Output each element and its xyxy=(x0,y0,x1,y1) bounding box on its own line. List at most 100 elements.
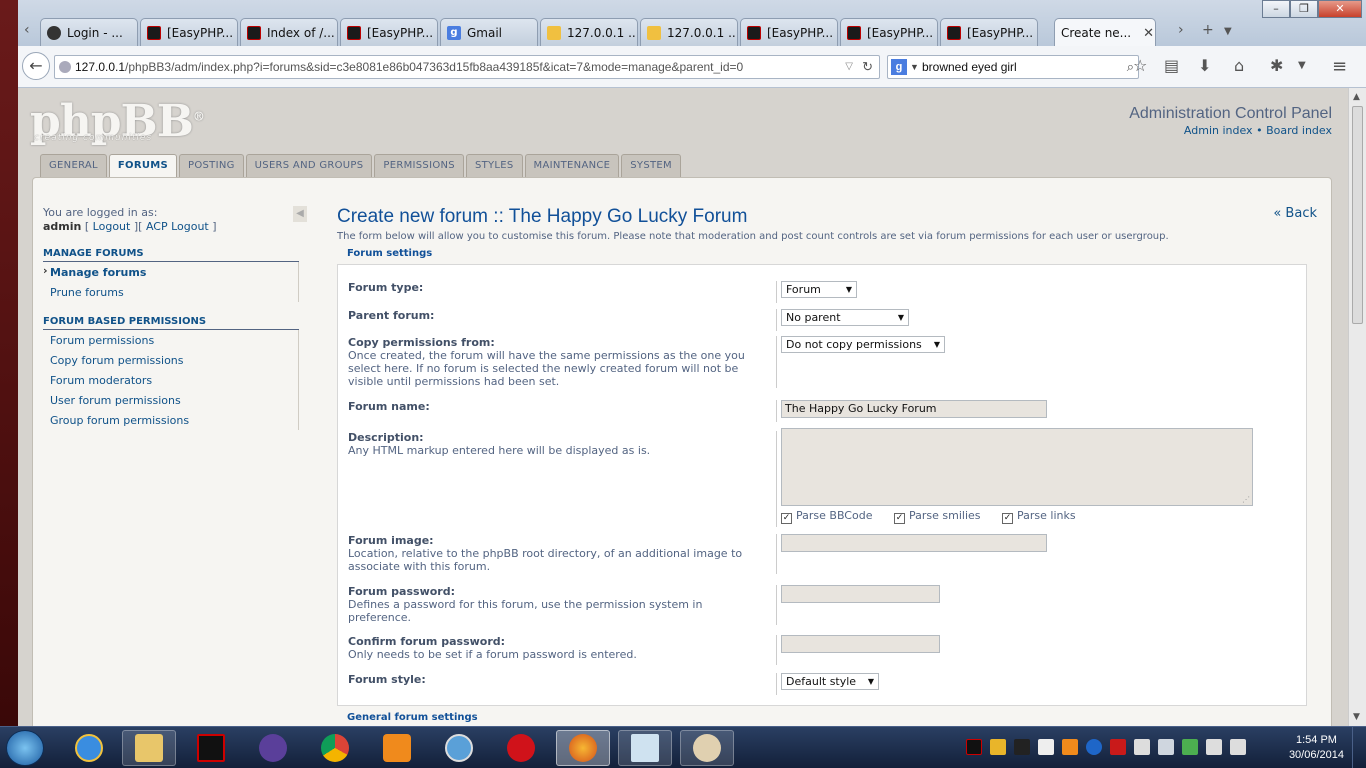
board-index-link[interactable]: Board index xyxy=(1266,124,1332,137)
reload-icon[interactable]: ↻ xyxy=(862,56,873,78)
google-icon[interactable]: g xyxy=(891,59,907,75)
bluetooth-icon[interactable] xyxy=(1086,739,1102,755)
forum-name-input[interactable]: The Happy Go Lucky Forum xyxy=(781,400,1047,418)
tab-scroll-left-icon[interactable]: ‹ xyxy=(24,22,30,38)
checkbox-checked-icon[interactable]: ✓ xyxy=(781,513,792,524)
show-desktop-button[interactable] xyxy=(1352,727,1366,768)
tab-permissions[interactable]: PERMISSIONS xyxy=(374,154,464,177)
tab-styles[interactable]: STYLES xyxy=(465,154,523,177)
url-history-dropdown-icon[interactable]: ▽ xyxy=(845,56,853,78)
easyphp-tray-icon[interactable] xyxy=(966,739,982,755)
tab-maintenance[interactable]: MAINTENANCE xyxy=(524,154,620,177)
tray-app-icon[interactable] xyxy=(1038,739,1054,755)
scroll-up-icon[interactable]: ▲ xyxy=(1353,92,1360,102)
parse-smilies-checkbox[interactable]: ✓ Parse smilies xyxy=(894,509,981,524)
browser-tab[interactable]: 127.0.0.1 ... xyxy=(540,18,638,46)
parse-bbcode-checkbox[interactable]: ✓ Parse BBCode xyxy=(781,509,872,524)
acrobat-icon[interactable] xyxy=(1110,739,1126,755)
parse-links-checkbox[interactable]: ✓ Parse links xyxy=(1002,509,1076,524)
parent-forum-select[interactable]: No parent ▼ xyxy=(781,309,909,326)
copy-permissions-select[interactable]: Do not copy permissions ▼ xyxy=(781,336,945,353)
forum-password-input[interactable] xyxy=(781,585,940,603)
scrollbar-thumb[interactable] xyxy=(1352,106,1363,324)
tray-app-icon[interactable] xyxy=(1062,739,1078,755)
description-textarea[interactable]: ⋰ xyxy=(781,428,1253,506)
sidebar-item-forum-permissions[interactable]: Forum permissions xyxy=(43,330,298,350)
tab-general[interactable]: GENERAL xyxy=(40,154,107,177)
network-signal-icon[interactable] xyxy=(1158,739,1174,755)
start-button[interactable] xyxy=(6,730,44,766)
file-explorer-icon[interactable] xyxy=(122,730,176,766)
media-player-icon[interactable] xyxy=(370,730,424,766)
bookmark-star-icon[interactable]: ☆ xyxy=(1133,56,1147,75)
taskbar-clock[interactable]: 1:54 PM 30/06/2014 xyxy=(1289,733,1344,763)
search-engine-dropdown-icon[interactable]: ▼ xyxy=(910,56,919,78)
acp-logout-link[interactable]: ACP Logout xyxy=(146,220,209,233)
close-tab-icon[interactable]: ✕ xyxy=(1143,26,1154,41)
back-link[interactable]: « Back xyxy=(1273,206,1317,221)
minimize-button[interactable]: – xyxy=(1262,0,1290,18)
browser-tab[interactable]: [EasyPHP... xyxy=(140,18,238,46)
browser-tab[interactable]: 127.0.0.1 ... xyxy=(640,18,738,46)
paint-icon[interactable] xyxy=(680,730,734,766)
sidebar-item-copy-forum-permissions[interactable]: Copy forum permissions xyxy=(43,350,298,370)
search-input[interactable]: browned eyed girl xyxy=(922,60,1017,74)
sidebar-item-user-forum-permissions[interactable]: User forum permissions xyxy=(43,390,298,410)
checkbox-checked-icon[interactable]: ✓ xyxy=(1002,513,1013,524)
browser-tab[interactable]: Index of /... xyxy=(240,18,338,46)
site-identity-icon[interactable] xyxy=(59,61,71,73)
firefox-icon[interactable] xyxy=(556,730,610,766)
browser-tab[interactable]: Create ne... ✕ xyxy=(1054,18,1156,47)
maximize-button[interactable]: ❐ xyxy=(1290,0,1318,18)
easyphp-icon[interactable] xyxy=(184,730,238,766)
page-scrollbar[interactable]: ▲ ▼ xyxy=(1348,88,1366,726)
confirm-password-input[interactable] xyxy=(781,635,940,653)
battery-icon[interactable] xyxy=(1182,739,1198,755)
sidebar-item-forum-moderators[interactable]: Forum moderators xyxy=(43,370,298,390)
internet-explorer-icon[interactable] xyxy=(62,730,116,766)
tab-scroll-right-icon[interactable]: › xyxy=(1178,22,1184,38)
sidebar-item-prune-forums[interactable]: Prune forums xyxy=(43,282,298,302)
tray-app-icon[interactable] xyxy=(990,739,1006,755)
browser-tab[interactable]: g Gmail xyxy=(440,18,538,46)
sidebar-item-manage-forums[interactable]: Manage forums xyxy=(43,262,298,282)
logout-link[interactable]: Logout xyxy=(93,220,131,233)
browser-tab[interactable]: [EasyPHP... xyxy=(740,18,838,46)
addon-dropdown-icon[interactable]: ▼ xyxy=(1298,60,1306,71)
url-bar[interactable]: 127.0.0.1/phpBB3/adm/index.php?i=forums&… xyxy=(54,55,880,79)
chrome-icon[interactable] xyxy=(308,730,362,766)
menu-icon[interactable]: ≡ xyxy=(1332,56,1347,77)
close-window-button[interactable]: ✕ xyxy=(1318,0,1362,18)
search-bar[interactable]: g ▼ browned eyed girl ⌕ xyxy=(887,55,1139,79)
bookmarks-menu-icon[interactable]: ▤ xyxy=(1164,56,1179,75)
tab-posting[interactable]: POSTING xyxy=(179,154,244,177)
forum-type-select[interactable]: Forum ▼ xyxy=(781,281,857,298)
sidebar-item-group-forum-permissions[interactable]: Group forum permissions xyxy=(43,410,298,430)
tab-forums[interactable]: FORUMS xyxy=(108,154,178,178)
resize-grip-icon[interactable]: ⋰ xyxy=(1242,495,1250,504)
volume-icon[interactable] xyxy=(1230,739,1246,755)
safely-remove-icon[interactable] xyxy=(1206,739,1222,755)
forum-image-input[interactable] xyxy=(781,534,1047,552)
forum-style-select[interactable]: Default style ▼ xyxy=(781,673,879,690)
checkbox-checked-icon[interactable]: ✓ xyxy=(894,513,905,524)
home-icon[interactable]: ⌂ xyxy=(1234,56,1244,75)
addon-icon[interactable]: ✱ xyxy=(1270,56,1283,75)
opera-icon[interactable] xyxy=(494,730,548,766)
new-tab-icon[interactable]: + xyxy=(1202,22,1214,38)
notepad-icon[interactable] xyxy=(618,730,672,766)
tab-system[interactable]: SYSTEM xyxy=(621,154,681,177)
collapse-sidebar-icon[interactable]: ◀ xyxy=(293,206,307,222)
admin-index-link[interactable]: Admin index xyxy=(1184,124,1253,137)
safari-icon[interactable] xyxy=(432,730,486,766)
tab-list-icon[interactable]: ▼ xyxy=(1224,26,1232,37)
downloads-icon[interactable]: ⬇ xyxy=(1198,56,1211,75)
tab-users-and-groups[interactable]: USERS AND GROUPS xyxy=(245,154,373,177)
browser-tab[interactable]: Login - ... xyxy=(40,18,138,46)
browser-tab[interactable]: [EasyPHP... xyxy=(940,18,1038,46)
scroll-down-icon[interactable]: ▼ xyxy=(1353,712,1360,722)
browser-tab[interactable]: [EasyPHP... xyxy=(840,18,938,46)
browser-tab[interactable]: [EasyPHP... xyxy=(340,18,438,46)
flag-icon[interactable] xyxy=(1134,739,1150,755)
browser-back-button[interactable]: ← xyxy=(22,52,50,80)
